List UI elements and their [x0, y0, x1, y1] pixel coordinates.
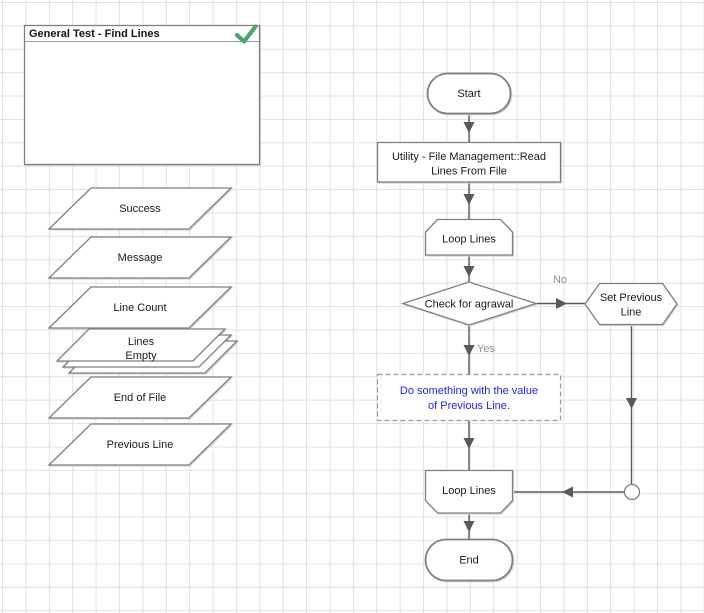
stage-end[interactable]: End	[424, 538, 514, 582]
data-item-previous-line[interactable]: Previous Line	[47, 423, 233, 466]
note-text-line1: Do something with the value	[400, 385, 538, 397]
action-label-line2: Lines From File	[431, 166, 507, 178]
link-action-to-loop-start[interactable]	[463, 182, 475, 219]
process-info-box[interactable]: General Test - Find Lines	[23, 24, 261, 166]
arrowhead-right-icon	[556, 298, 567, 309]
link-loop-start-to-decision[interactable]	[463, 255, 475, 282]
arrowhead-down-icon	[463, 194, 475, 205]
arrowhead-down-icon	[463, 266, 475, 277]
data-item-label: End of File	[114, 392, 167, 404]
arrowhead-down-icon	[463, 345, 475, 356]
link-start-to-action[interactable]	[463, 113, 475, 142]
loopback-connector-node[interactable]	[623, 483, 641, 501]
data-item-message[interactable]: Message	[47, 236, 233, 279]
data-item-label: Line Count	[113, 302, 166, 314]
note-block[interactable]: Do something with the value of Previous …	[376, 373, 562, 422]
stage-loop-start[interactable]: Loop Lines	[424, 218, 514, 256]
data-item-line-count[interactable]: Line Count	[47, 286, 233, 329]
arrowhead-down-icon	[463, 122, 475, 133]
data-item-end-of-file[interactable]: End of File	[47, 376, 233, 419]
loop-end-label: Loop Lines	[442, 485, 496, 497]
stage-calc-set-previous-line[interactable]: Set Previous Line	[584, 282, 678, 326]
data-item-label: Previous Line	[107, 439, 174, 451]
collection-label: Lines	[128, 336, 155, 348]
stage-start[interactable]: Start	[426, 72, 512, 115]
arrowhead-down-icon	[463, 521, 475, 532]
link-decision-no-to-calc[interactable]: No	[537, 274, 585, 309]
loop-start-label: Loop Lines	[442, 234, 496, 246]
start-label: Start	[457, 88, 480, 100]
note-shape[interactable]	[376, 373, 562, 422]
data-item-success[interactable]: Success	[47, 187, 233, 230]
calc-label-line2: Line	[621, 307, 642, 319]
diagram-layer: General Test - Find Lines Success Messag…	[23, 24, 678, 582]
arrowhead-down-icon	[626, 398, 637, 409]
stage-loop-end[interactable]: Loop Lines	[424, 469, 514, 514]
note-text-line2: of Previous Line.	[428, 400, 510, 412]
stage-action-read-lines[interactable]: Utility - File Management::Read Lines Fr…	[376, 141, 562, 183]
data-item-label: Success	[119, 203, 161, 215]
action-label-line1: Utility - File Management::Read	[392, 151, 546, 163]
link-note-to-loop-end[interactable]	[463, 421, 475, 470]
process-diagram-canvas: General Test - Find Lines Success Messag…	[0, 0, 704, 613]
decision-label: Check for agrawal	[425, 299, 514, 311]
end-label: End	[459, 555, 479, 567]
calc-label-line1: Set Previous	[600, 292, 663, 304]
link-decision-yes-to-note[interactable]: Yes	[463, 325, 496, 374]
link-calc-to-connector[interactable]	[626, 325, 637, 485]
process-info-body[interactable]	[23, 24, 261, 166]
process-title: General Test - Find Lines	[29, 28, 160, 40]
branch-yes-label: Yes	[477, 343, 495, 355]
link-loop-end-to-end[interactable]	[463, 513, 475, 539]
branch-no-label: No	[553, 274, 567, 286]
collection-lines[interactable]: Lines Empty	[55, 328, 239, 374]
arrowhead-left-icon	[562, 486, 573, 498]
collection-status: Empty	[125, 350, 157, 362]
data-item-label: Message	[118, 252, 163, 264]
link-connector-to-loop-end[interactable]	[513, 486, 624, 498]
stage-decision[interactable]: Check for agrawal	[400, 281, 539, 326]
arrowhead-down-icon	[463, 438, 475, 449]
